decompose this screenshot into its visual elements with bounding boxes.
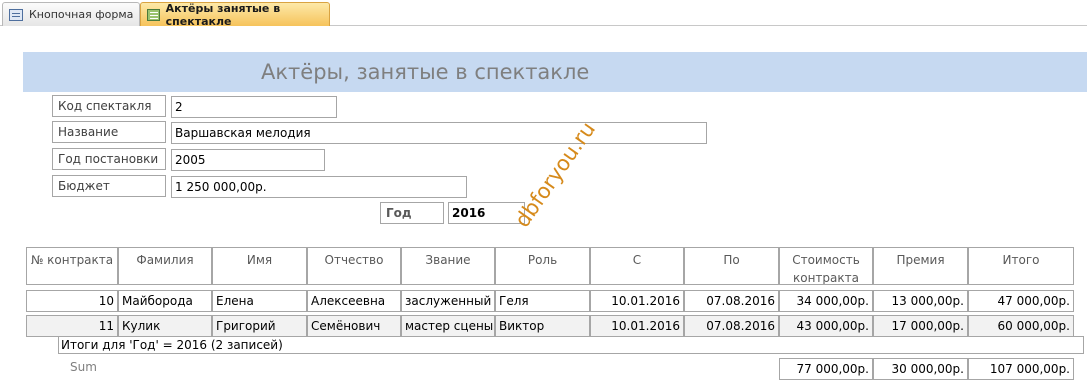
budget-value: 1 250 000,00р. xyxy=(171,176,467,198)
col-header-cost: Стоимость контракта xyxy=(779,247,873,285)
cell-contract: 11 xyxy=(26,315,118,337)
table-row: 11 Кулик Григорий Семёнович мастер сцены… xyxy=(26,315,1074,337)
sum-bonus: 30 000,00р. xyxy=(873,358,968,380)
tab-switchboard-form[interactable]: Кнопочная форма xyxy=(2,2,140,26)
tab-actors-report[interactable]: Актёры занятые в спектакле xyxy=(140,1,330,28)
cell-rank: заслуженный артист xyxy=(401,290,495,312)
code-label: Код спектакля xyxy=(52,95,166,117)
cell-name: Елена xyxy=(212,290,307,312)
cell-contract: 10 xyxy=(26,290,118,312)
group-summary: Итоги для 'Год' = 2016 (2 записей) xyxy=(58,336,1084,354)
col-header-contract: № контракта xyxy=(26,247,118,285)
tab-label: Кнопочная форма xyxy=(29,8,134,21)
col-header-bonus: Премия xyxy=(873,247,968,285)
cell-patronymic: Семёнович xyxy=(307,315,401,337)
col-header-surname: Фамилия xyxy=(118,247,212,285)
cell-bonus: 17 000,00р. xyxy=(873,315,968,337)
tab-label: Актёры занятые в спектакле xyxy=(165,1,281,28)
col-header-name: Имя xyxy=(212,247,307,285)
report-icon xyxy=(147,8,160,21)
table-row: 10 Майборода Елена Алексеевна заслуженны… xyxy=(26,290,1074,312)
col-header-patronymic: Отчество xyxy=(307,247,401,285)
cell-role: Геля xyxy=(495,290,590,312)
budget-label: Бюджет xyxy=(52,175,166,197)
form-icon xyxy=(9,8,23,21)
cell-cost: 34 000,00р. xyxy=(779,290,873,312)
cell-rank: мастер сцены xyxy=(401,315,495,337)
cell-name: Григорий xyxy=(212,315,307,337)
cell-total: 60 000,00р. xyxy=(968,315,1074,337)
cell-to: 07.08.2016 xyxy=(684,315,779,337)
code-value: 2 xyxy=(171,96,337,118)
cell-from: 10.01.2016 xyxy=(590,290,684,312)
name-value: Варшавская мелодия xyxy=(171,122,707,144)
name-label: Название xyxy=(52,121,166,143)
cell-surname: Кулик xyxy=(118,315,212,337)
cell-surname: Майборода xyxy=(118,290,212,312)
cell-patronymic: Алексеевна xyxy=(307,290,401,312)
year-staged-value: 2005 xyxy=(171,149,325,171)
group-year-label: Год xyxy=(380,202,444,224)
cell-to: 07.08.2016 xyxy=(684,290,779,312)
col-header-role: Роль xyxy=(495,247,590,285)
sum-total: 107 000,00р. xyxy=(968,358,1074,380)
cell-from: 10.01.2016 xyxy=(590,315,684,337)
col-header-to: По xyxy=(684,247,779,285)
sum-label: Sum xyxy=(70,360,97,374)
document-tab-bar: Кнопочная форма Актёры занятые в спектак… xyxy=(0,0,1087,28)
report-title: Актёры, занятые в спектакле xyxy=(261,60,590,84)
cell-role: Виктор xyxy=(495,315,590,337)
cell-bonus: 13 000,00р. xyxy=(873,290,968,312)
year-staged-label: Год постановки xyxy=(52,148,166,170)
sum-cost: 77 000,00р. xyxy=(779,358,873,380)
col-header-rank: Звание xyxy=(401,247,495,285)
col-header-total: Итого xyxy=(968,247,1074,285)
cell-cost: 43 000,00р. xyxy=(779,315,873,337)
cell-total: 47 000,00р. xyxy=(968,290,1074,312)
col-header-from: С xyxy=(590,247,684,285)
